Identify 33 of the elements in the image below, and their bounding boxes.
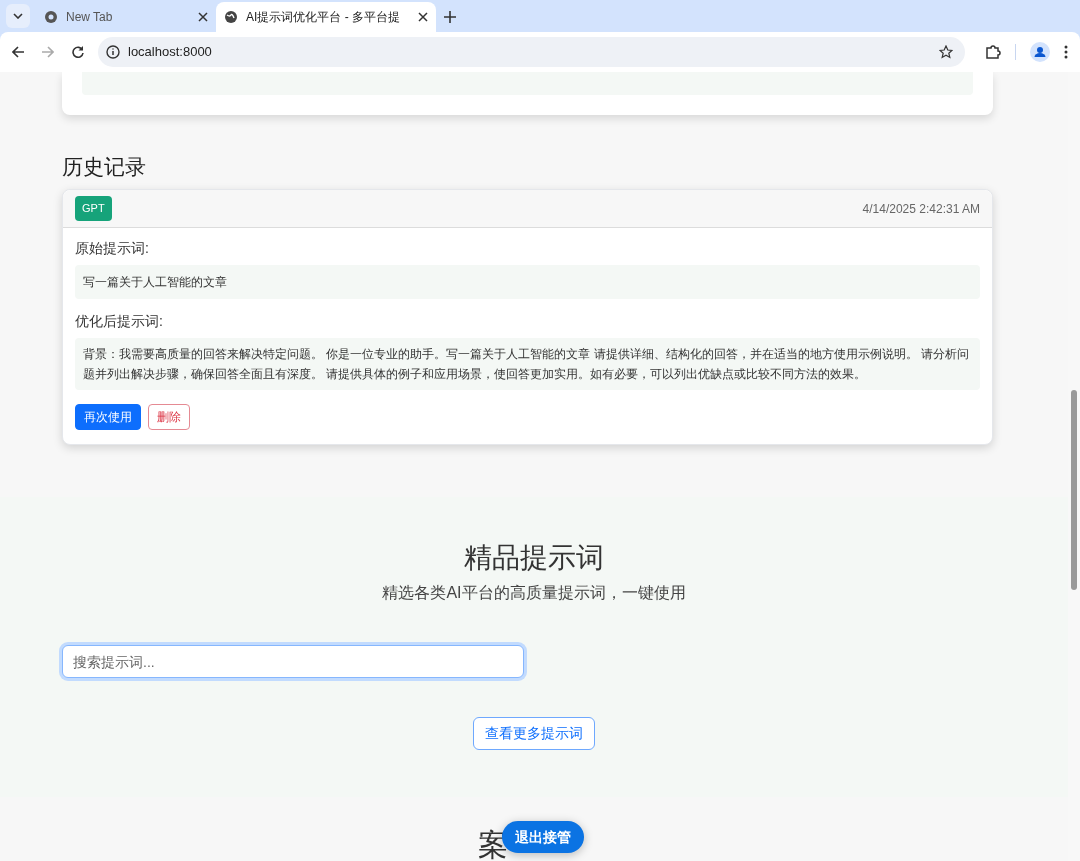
address-text: localhost:8000: [128, 43, 213, 62]
close-icon[interactable]: [198, 12, 208, 22]
more-prompts-button[interactable]: 查看更多提示词: [473, 717, 595, 750]
puzzle-icon[interactable]: [985, 44, 1001, 60]
prompt-text: 写一篇关于人工智能的文章: [75, 265, 980, 299]
timestamp: 4/14/2025 2:42:31 AM: [862, 200, 980, 218]
delete-button[interactable]: 删除: [148, 404, 190, 430]
section-subtitle: 精选各类AI平台的高质量提示词，一键使用: [382, 583, 686, 603]
tab-title: New Tab: [66, 9, 114, 26]
field-label: 原始提示词:: [75, 239, 150, 258]
platform-tag: GPT: [75, 196, 112, 221]
field-label: 优化后提示词:: [75, 312, 164, 331]
browser-tab[interactable]: AI提示词优化平台 - 多平台提: [216, 2, 436, 32]
menu-icon[interactable]: [1064, 45, 1068, 59]
chevron-down-icon: [13, 13, 23, 19]
globe-icon: [224, 10, 238, 24]
browser-tab[interactable]: New Tab: [36, 2, 216, 32]
star-icon[interactable]: [939, 45, 953, 59]
new-tab-icon[interactable]: [444, 11, 456, 23]
tab-list-button[interactable]: [6, 4, 30, 28]
search-field[interactable]: 搜索提示词...: [62, 645, 524, 678]
section-heading: 历史记录: [62, 154, 147, 180]
back-arrow-icon[interactable]: [12, 46, 24, 58]
browser-logo-icon: [44, 10, 58, 24]
reuse-button[interactable]: 再次使用: [75, 404, 141, 430]
profile-avatar-icon[interactable]: [1030, 42, 1050, 62]
close-icon[interactable]: [418, 12, 428, 22]
section-heading: 精品提示词: [464, 541, 604, 575]
tab-title: AI提示词优化平台 - 多平台提: [246, 9, 401, 26]
info-icon[interactable]: [106, 45, 120, 59]
reload-icon[interactable]: [72, 46, 84, 58]
address-bar[interactable]: localhost:8000: [98, 37, 965, 67]
prompt-text: 背景：我需要高质量的回答来解决特定问题。 你是一位专业的助手。写一篇关于人工智能的文章 请提供详细、结构化的回答，并在适当的地方使用示例说明。 请分析问题并列出解决步骤，确保回答全面且有深度。 请提供具体的例子和应用场景，使回答更加实用。如有必要，可以列出优缺点或比较不同方法的效果。: [75, 338, 980, 390]
